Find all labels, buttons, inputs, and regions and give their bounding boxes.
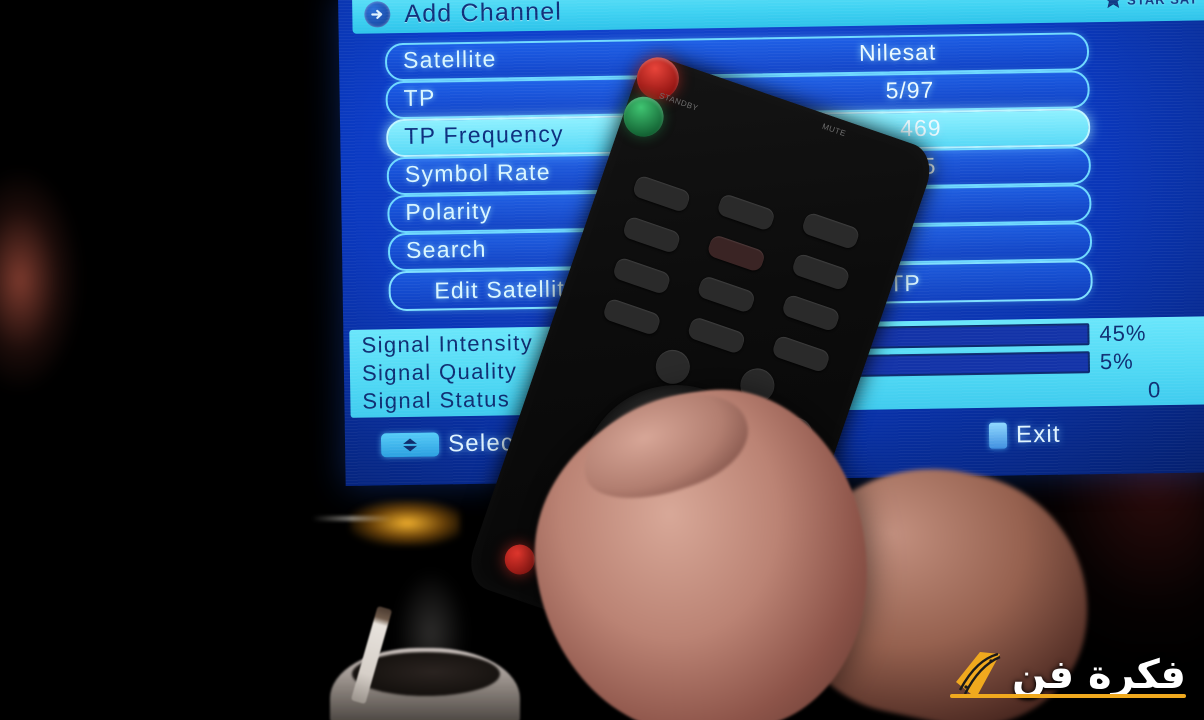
menu-row-label: Search bbox=[405, 235, 487, 263]
remote-button-9[interactable] bbox=[780, 293, 841, 333]
menu-row-label: TP Frequency bbox=[404, 120, 565, 149]
watermark-underline bbox=[950, 694, 1186, 698]
mute-button-label: MUTE bbox=[820, 121, 848, 139]
hint-exit[interactable]: Exit bbox=[988, 420, 1062, 450]
edit-satellite-label: Edit Satellite bbox=[434, 274, 580, 304]
page-title: Add Channel bbox=[404, 0, 563, 28]
remote-button-4[interactable] bbox=[621, 215, 682, 255]
remote-button-8[interactable] bbox=[696, 274, 757, 314]
up-down-arrow-icon bbox=[380, 432, 440, 458]
remote-button-6[interactable] bbox=[790, 252, 851, 292]
remote-button-7[interactable] bbox=[611, 256, 672, 296]
remote-button-10[interactable] bbox=[601, 297, 662, 337]
menu-row-label: Polarity bbox=[405, 197, 493, 225]
signal-intensity-value: 45% bbox=[1099, 319, 1147, 346]
cigarette-smoke bbox=[396, 570, 466, 660]
back-arrow-icon[interactable] bbox=[364, 1, 391, 28]
menu-row-label: TP bbox=[403, 84, 436, 111]
room-glow-left bbox=[0, 170, 80, 390]
menu-row-value: Nilesat bbox=[858, 38, 937, 66]
exit-icon bbox=[988, 422, 1008, 449]
remote-button-5[interactable] bbox=[706, 233, 767, 273]
menu-row-label: Symbol Rate bbox=[404, 158, 551, 187]
star-icon bbox=[1103, 0, 1123, 9]
remote-button-1[interactable] bbox=[631, 174, 692, 214]
brand-label: STAR SAT bbox=[1127, 0, 1198, 7]
remote-button-2[interactable] bbox=[716, 192, 777, 232]
menu-row-value: 469 bbox=[899, 114, 942, 142]
hint-select[interactable]: Select bbox=[380, 429, 522, 459]
remote-button-11[interactable] bbox=[686, 315, 747, 355]
power-button-label: STANDBY bbox=[658, 91, 700, 113]
watermark: فكرة فن bbox=[950, 648, 1186, 702]
brand-logo: STAR SAT bbox=[1103, 0, 1198, 9]
signal-quality-value: 5% bbox=[1099, 348, 1134, 374]
remote-button-3[interactable] bbox=[800, 211, 861, 251]
menu-row-value: 5/97 bbox=[885, 76, 935, 104]
signal-status-value: 0 bbox=[1147, 376, 1161, 402]
hint-exit-label: Exit bbox=[1015, 420, 1062, 449]
remote-button-12[interactable] bbox=[770, 334, 832, 374]
light-streak bbox=[312, 516, 392, 521]
menu-row-label: Satellite bbox=[402, 45, 497, 73]
screenshot-scene: Add Channel STAR SAT Satellite Nilesat T… bbox=[0, 0, 1204, 720]
red-button[interactable] bbox=[500, 540, 539, 579]
amber-light-glow bbox=[350, 500, 460, 546]
watermark-text: فكرة فن bbox=[1011, 652, 1186, 698]
remote-button-13[interactable] bbox=[651, 345, 695, 389]
